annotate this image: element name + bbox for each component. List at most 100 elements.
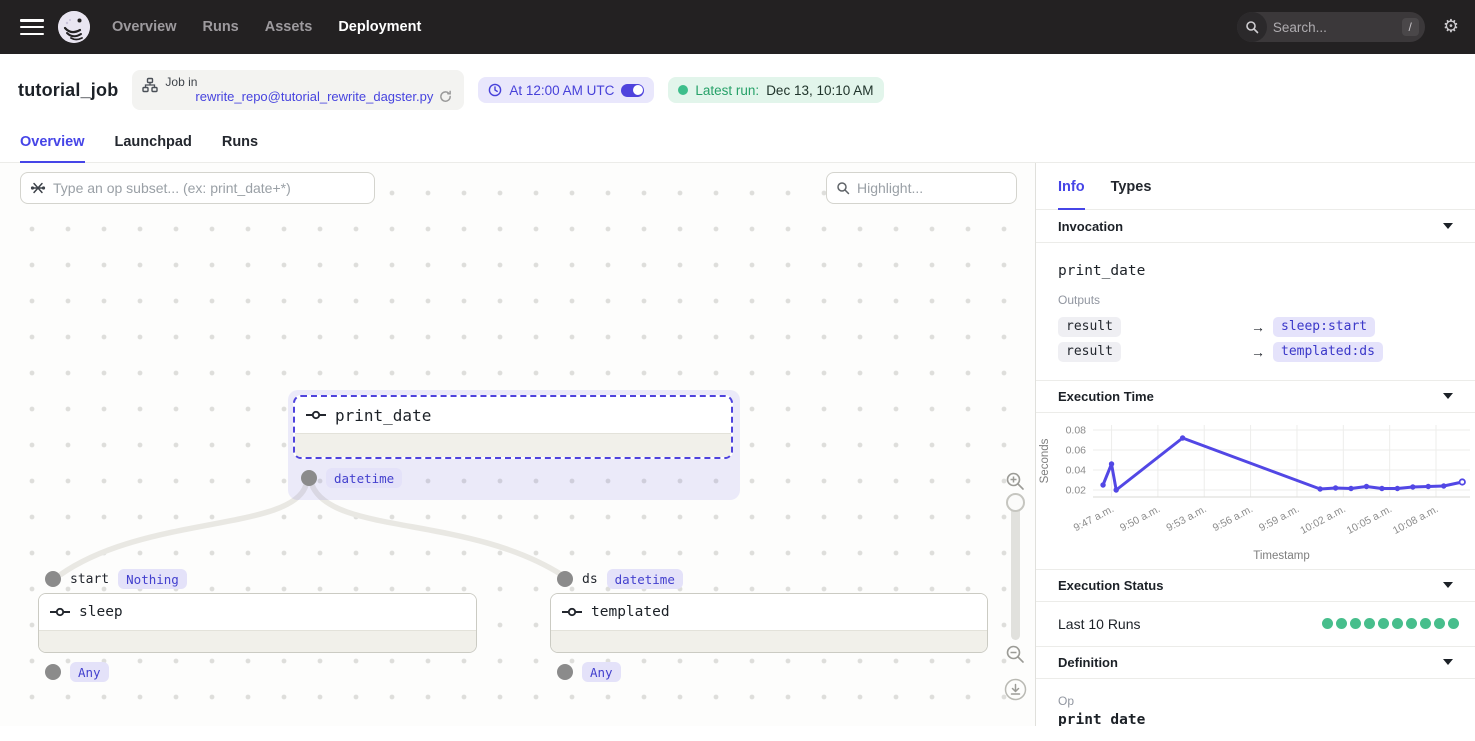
search-input[interactable]: [1267, 20, 1402, 35]
run-status-dots[interactable]: [1322, 618, 1460, 630]
svg-text:9:56 a.m.: 9:56 a.m.: [1211, 503, 1255, 534]
node-print-date[interactable]: print_date: [293, 395, 733, 459]
input-port-name: start: [70, 572, 109, 587]
op-graph-canvas[interactable]: print_date datetime start Nothing: [0, 163, 1035, 726]
run-success-dot[interactable]: [1378, 618, 1390, 630]
input-type-badge[interactable]: Nothing: [118, 569, 187, 589]
search-icon: [1237, 12, 1267, 42]
run-success-dot[interactable]: [1420, 618, 1432, 630]
op-icon: [562, 607, 582, 617]
tab-overview[interactable]: Overview: [20, 124, 85, 162]
svg-text:0.02: 0.02: [1066, 484, 1087, 496]
section-title: Definition: [1058, 655, 1118, 670]
arrow-icon: →: [1251, 344, 1273, 360]
search-shortcut-key: /: [1402, 18, 1419, 36]
fit-view-icon[interactable]: [1004, 678, 1027, 701]
svg-text:0.04: 0.04: [1066, 464, 1087, 476]
section-invocation[interactable]: Invocation: [1036, 210, 1475, 243]
run-success-dot[interactable]: [1350, 618, 1362, 630]
highlight-filter[interactable]: [826, 172, 1017, 204]
invocation-name: print_date: [1036, 243, 1475, 293]
chevron-down-icon: [1443, 393, 1453, 399]
nav-item-overview[interactable]: Overview: [112, 19, 177, 35]
node-info-panel: Info Types Invocation print_date Outputs…: [1035, 163, 1475, 726]
global-search[interactable]: /: [1237, 12, 1425, 42]
section-title: Execution Status: [1058, 578, 1163, 593]
run-status-dot: [678, 85, 688, 95]
run-success-dot[interactable]: [1392, 618, 1404, 630]
hamburger-menu-icon[interactable]: [20, 19, 44, 35]
op-icon: [306, 410, 326, 420]
latest-run-label: Latest run:: [695, 83, 759, 98]
zoom-out-icon[interactable]: [1005, 644, 1025, 664]
svg-text:10:02 a.m.: 10:02 a.m.: [1298, 503, 1347, 537]
node-title: sleep: [79, 604, 123, 620]
section-title: Execution Time: [1058, 389, 1154, 404]
svg-text:10:08 a.m.: 10:08 a.m.: [1391, 503, 1440, 537]
highlight-search-icon: [836, 181, 850, 195]
run-success-dot[interactable]: [1364, 618, 1376, 630]
output-type-badge[interactable]: Any: [70, 662, 109, 682]
run-success-dot[interactable]: [1322, 618, 1334, 630]
zoom-slider-handle[interactable]: [1006, 493, 1025, 512]
zoom-slider-track[interactable]: [1011, 495, 1020, 640]
chevron-down-icon: [1443, 223, 1453, 229]
schedule-toggle[interactable]: [621, 84, 644, 97]
schedule-badge[interactable]: At 12:00 AM UTC: [478, 77, 654, 103]
last-runs-label: Last 10 Runs: [1058, 616, 1141, 632]
node-sleep[interactable]: sleep: [38, 593, 477, 653]
schedule-label: At 12:00 AM UTC: [509, 83, 614, 98]
run-success-dot[interactable]: [1406, 618, 1418, 630]
run-success-dot[interactable]: [1434, 618, 1446, 630]
tab-types[interactable]: Types: [1111, 163, 1152, 209]
section-title: Invocation: [1058, 219, 1123, 234]
nav-item-runs[interactable]: Runs: [203, 19, 239, 35]
nav-item-assets[interactable]: Assets: [265, 19, 313, 35]
svg-text:10:05 a.m.: 10:05 a.m.: [1345, 503, 1394, 537]
svg-text:9:47 a.m.: 9:47 a.m.: [1072, 503, 1116, 534]
output-port-dot[interactable]: [45, 664, 61, 680]
output-type-badge[interactable]: Any: [582, 662, 621, 682]
highlight-input[interactable]: [857, 180, 1007, 196]
run-success-dot[interactable]: [1448, 618, 1460, 630]
nav-item-deployment[interactable]: Deployment: [338, 19, 421, 35]
zoom-controls: [1002, 471, 1028, 701]
input-type-badge[interactable]: datetime: [607, 569, 683, 589]
arrow-icon: →: [1251, 319, 1273, 335]
job-repo-link[interactable]: rewrite_repo@tutorial_rewrite_dagster.py: [195, 89, 433, 104]
reload-icon[interactable]: [439, 90, 452, 103]
definition-op-name: print_date: [1058, 712, 1453, 727]
op-subset-input[interactable]: [53, 180, 365, 196]
output-name-badge: result: [1058, 342, 1121, 362]
svg-text:0.08: 0.08: [1066, 424, 1087, 436]
input-port-dot[interactable]: [45, 571, 61, 587]
svg-text:9:50 a.m.: 9:50 a.m.: [1118, 503, 1162, 534]
section-execution-status[interactable]: Execution Status: [1036, 569, 1475, 602]
op-selector-icon: [30, 180, 46, 196]
tab-runs[interactable]: Runs: [222, 124, 258, 162]
job-location-badge[interactable]: Job in rewrite_repo@tutorial_rewrite_dag…: [132, 70, 464, 110]
page-header: tutorial_job Job in rewrite_repo@tutoria…: [0, 54, 1475, 124]
selected-node-highlight: print_date datetime: [288, 390, 740, 500]
op-subset-filter[interactable]: [20, 172, 375, 204]
section-execution-time[interactable]: Execution Time: [1036, 380, 1475, 413]
execution-time-chart: 0.020.040.060.089:47 a.m.9:50 a.m.9:53 a…: [1036, 413, 1475, 569]
templated-input-port: ds datetime: [557, 569, 683, 589]
node-templated[interactable]: templated: [550, 593, 988, 653]
dagster-logo-icon[interactable]: [58, 11, 90, 43]
zoom-in-icon[interactable]: [1005, 471, 1025, 491]
tab-info[interactable]: Info: [1058, 163, 1085, 209]
output-target-link[interactable]: templated:ds: [1273, 342, 1383, 362]
input-port-dot[interactable]: [557, 571, 573, 587]
output-type-badge[interactable]: datetime: [326, 468, 402, 488]
run-success-dot[interactable]: [1336, 618, 1348, 630]
output-port-dot[interactable]: [557, 664, 573, 680]
section-definition[interactable]: Definition: [1036, 646, 1475, 679]
latest-run-badge[interactable]: Latest run: Dec 13, 10:10 AM: [668, 77, 883, 103]
output-target-link[interactable]: sleep:start: [1273, 317, 1375, 337]
settings-gear-icon[interactable]: ⚙: [1443, 18, 1459, 36]
templated-output-port: Any: [557, 662, 621, 682]
chevron-down-icon: [1443, 659, 1453, 665]
tab-launchpad[interactable]: Launchpad: [115, 124, 192, 162]
output-port-dot[interactable]: [301, 470, 317, 486]
